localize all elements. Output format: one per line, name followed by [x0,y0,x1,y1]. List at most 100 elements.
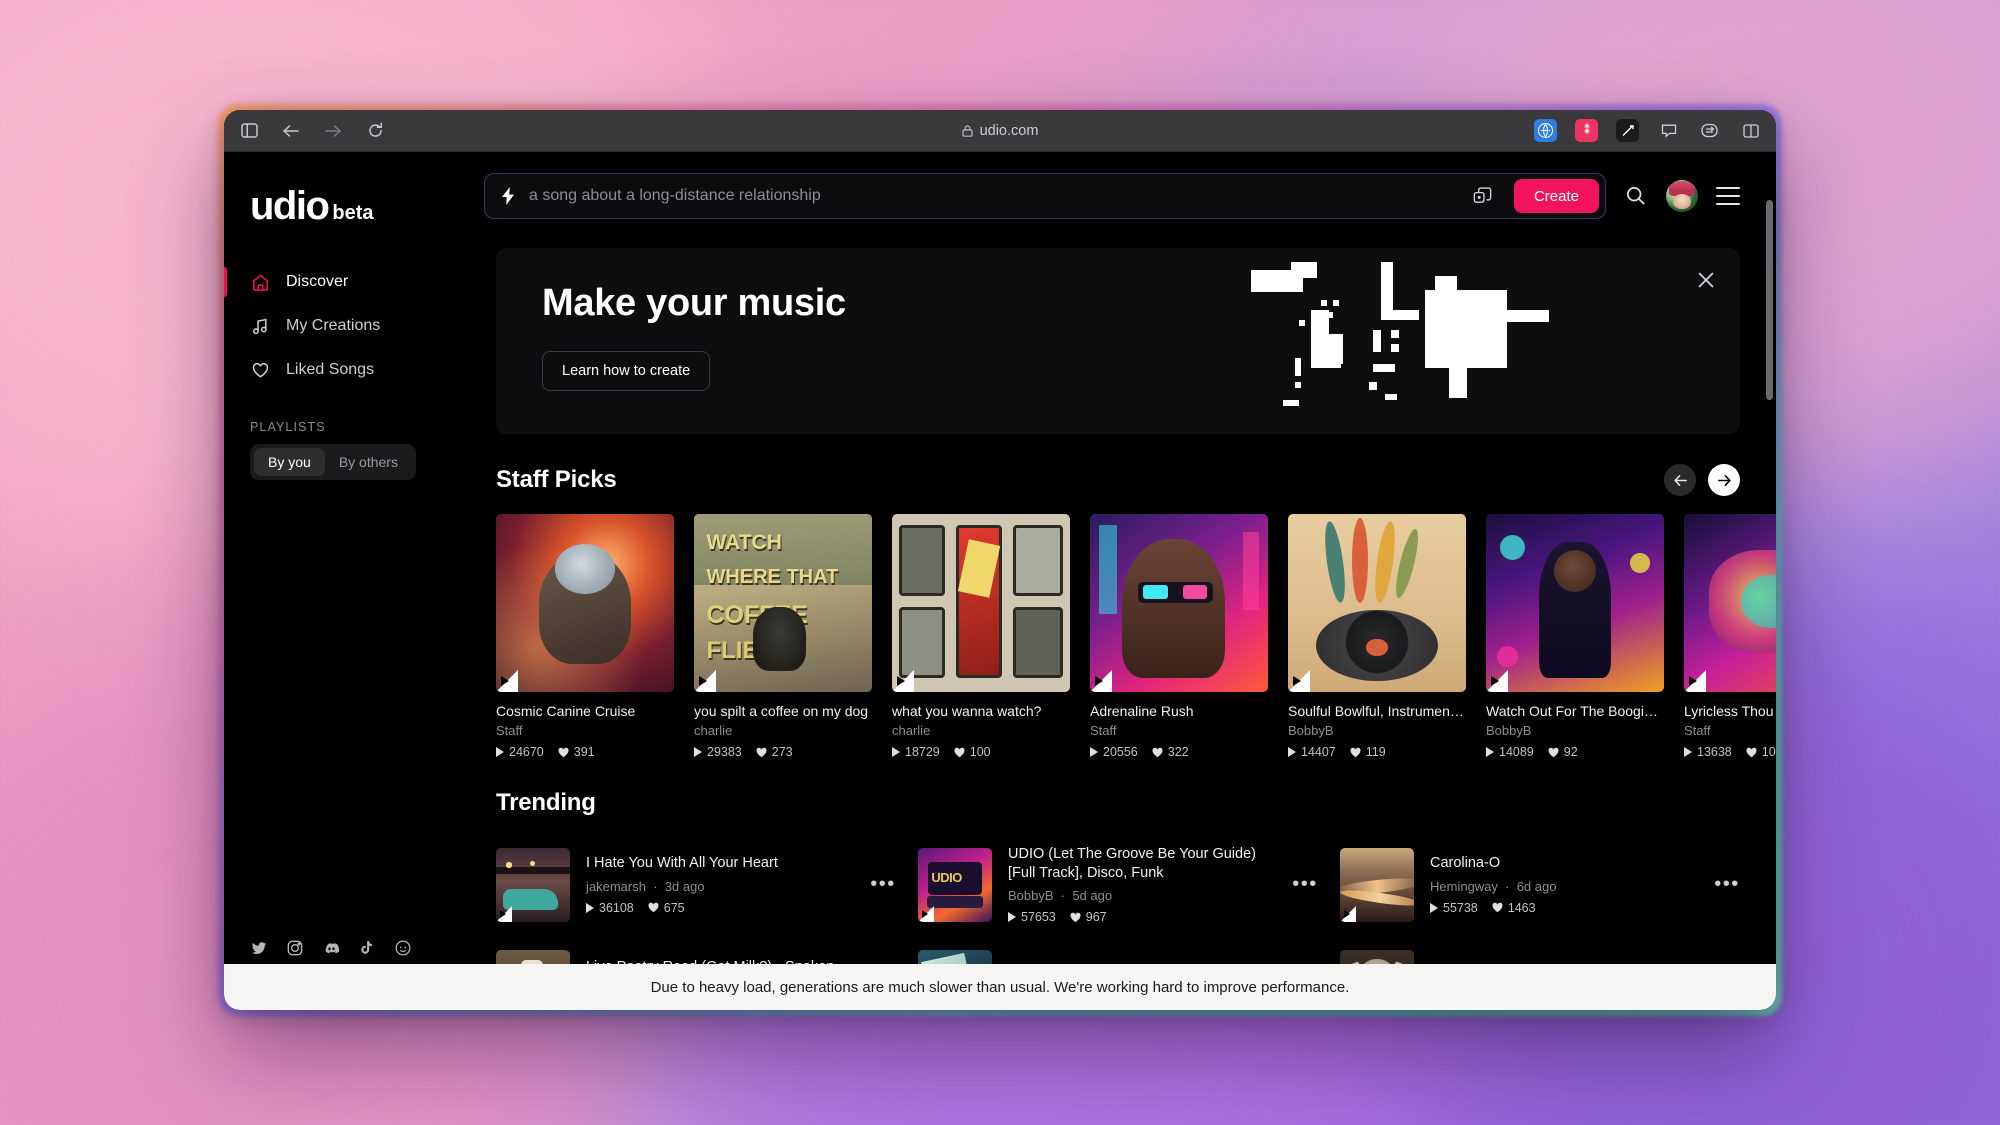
discord-icon[interactable] [322,939,341,958]
play-count: 29383 [707,745,742,759]
track-age: 3d ago [664,878,705,894]
translate-extension-icon[interactable] [1534,119,1557,142]
sidebar-item-liked-songs[interactable]: Liked Songs [224,348,472,392]
learn-how-to-create-button[interactable]: Learn how to create [542,351,711,391]
hamburger-menu-icon[interactable] [1716,187,1740,205]
sidebar-nav: Discover My Creations Liked Songs [224,260,472,392]
prompt-input[interactable] [529,187,1460,205]
content-scroll-area[interactable]: Make your music Learn how to create Staf… [472,240,1776,1010]
track-meta: Hemingway · 6d ago [1430,878,1557,894]
like-count: 967 [1085,910,1107,925]
play-count: 36108 [599,900,634,915]
staff-pick-card[interactable]: Lyricless Thou Staff 13638 10 [1684,514,1776,759]
staff-pick-card[interactable]: Adrenaline Rush Staff 20556 322 [1090,514,1268,759]
heart-icon [756,747,767,758]
password-manager-icon[interactable]: ⁑ [1575,119,1598,142]
arrow-left-icon[interactable] [1664,464,1696,496]
table-row[interactable]: UDIO UDIO (Let The Groove Be Your Guide)… [918,835,1318,934]
app-topbar: Create [472,152,1776,240]
sidebar-item-my-creations[interactable]: My Creations [224,304,472,348]
section-title: Staff Picks [496,466,617,493]
album-art [496,514,674,692]
heart-icon [1070,912,1081,923]
track-stats: 57653 967 [1008,910,1276,924]
brand-beta-tag: beta [332,202,374,224]
staff-pick-card[interactable]: what you wanna watch? charlie 18729 100 [892,514,1070,759]
track-meta: BobbyB · 5d ago [1008,888,1113,904]
dice-randomize-icon[interactable] [1472,185,1494,207]
staff-pick-card[interactable]: Soulful Bowlful, Instrumental Hi... Bobb… [1288,514,1466,759]
play-count: 14407 [1301,745,1336,759]
album-art [892,514,1070,692]
sidebar-item-label: My Creations [286,317,381,334]
track-stats: 29383 273 [694,745,872,759]
track-author: jakemarsh [586,878,646,894]
heart-icon [1152,747,1163,758]
play-icon [1684,747,1692,757]
page-scrollbar[interactable] [1766,200,1773,400]
track-author: charlie [694,723,733,738]
back-icon[interactable] [280,120,302,142]
sync-icon[interactable] [1698,119,1721,142]
track-age: 5d ago [1072,888,1113,904]
heart-icon [1350,747,1361,758]
play-count: 14089 [1499,745,1534,759]
playlist-tab-by-you[interactable]: By you [254,448,325,476]
track-title: Cosmic Canine Cruise [496,703,636,719]
play-icon [694,747,702,757]
sidebar-item-discover[interactable]: Discover [224,260,472,304]
playlist-tab-by-others[interactable]: By others [325,448,412,476]
social-links [250,939,413,958]
more-options-icon[interactable]: ••• [1292,873,1318,896]
play-count: 57653 [1021,910,1056,925]
table-row[interactable]: I Hate You With All Your Heart jakemarsh… [496,835,896,934]
reload-icon[interactable] [364,120,386,142]
album-art [1340,847,1414,922]
prompt-bar[interactable]: Create [484,173,1606,219]
play-icon [1486,747,1494,757]
track-meta: jakemarsh · 3d ago [586,878,705,894]
close-icon[interactable] [1696,270,1718,292]
track-stats: 14407 119 [1288,745,1466,759]
tab-overview-icon[interactable] [1739,119,1762,142]
more-options-icon[interactable]: ••• [1714,873,1740,896]
playlists-heading: PLAYLISTS [250,420,326,434]
sidebar-item-label: Liked Songs [286,361,375,378]
tiktok-icon[interactable] [358,939,377,958]
album-art [1090,514,1268,692]
track-title: Adrenaline Rush [1090,703,1194,719]
staff-pick-card[interactable]: Cosmic Canine Cruise Staff 24670 391 [496,514,674,759]
album-art [496,847,570,922]
track-author: charlie [892,723,931,738]
heart-icon [1492,902,1503,913]
arrow-right-icon[interactable] [1708,464,1740,496]
browser-window: udio.com ⁑ udio beta Discover My Creatio… [224,110,1776,1010]
browser-toolbar: udio.com ⁑ [224,110,1776,152]
search-icon[interactable] [1624,184,1648,208]
staff-picks-carousel[interactable]: Cosmic Canine Cruise Staff 24670 391 WAT… [496,514,1776,759]
twitter-icon[interactable] [250,939,269,958]
clipper-icon[interactable] [1616,119,1639,142]
track-age: 6d ago [1516,878,1557,894]
staff-pick-card[interactable]: Watch Out For The Boogieman, ... BobbyB … [1486,514,1664,759]
avatar[interactable] [1666,180,1698,212]
feedback-icon[interactable] [1657,119,1680,142]
play-icon [1090,747,1098,757]
track-title: Lyricless Thou [1684,703,1774,719]
like-count: 100 [969,745,991,759]
instagram-icon[interactable] [286,939,305,958]
track-author: Staff [1090,723,1117,738]
play-icon [1288,747,1296,757]
forward-icon[interactable] [322,120,344,142]
like-count: 119 [1365,745,1386,759]
play-count: 20556 [1103,745,1138,759]
sidebar-toggle-icon[interactable] [238,120,260,142]
staff-pick-card[interactable]: WATCH WHERE THAT COFFEE FLIES you spilt … [694,514,872,759]
table-row[interactable]: Carolina-O Hemingway · 6d ago 55738 1463… [1340,835,1740,934]
lightning-bolt-icon [501,187,517,205]
brand-logo[interactable]: udio beta [224,152,472,226]
more-options-icon[interactable]: ••• [870,873,896,896]
reddit-icon[interactable] [394,939,413,958]
album-art [1486,514,1664,692]
create-button[interactable]: Create [1513,179,1599,213]
